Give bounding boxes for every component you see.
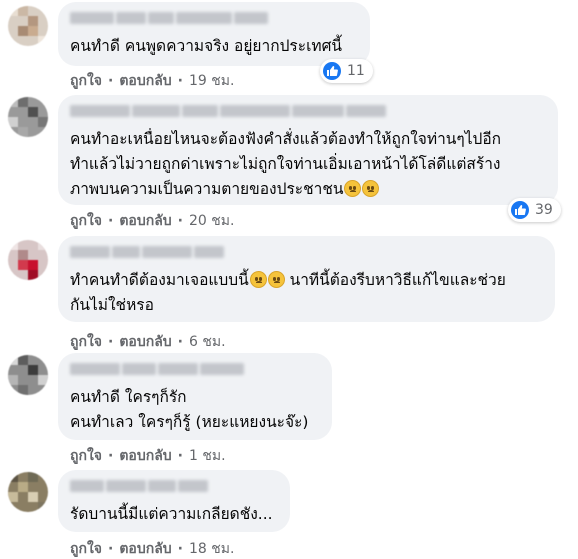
reply-link[interactable]: ตอบกลับ <box>119 210 171 232</box>
author-name-redacted[interactable] <box>70 363 320 377</box>
avatar[interactable] <box>8 240 48 280</box>
avatar[interactable] <box>8 472 48 512</box>
comment-text: คนทำอะเหนื่อยไหนจะต้องฟังคำสั่งแล้วต้องท… <box>70 127 546 202</box>
like-link[interactable]: ถูกใจ <box>70 445 102 467</box>
timestamp[interactable]: 18 ชม. <box>189 538 234 559</box>
reply-link[interactable]: ตอบกลับ <box>119 331 171 353</box>
separator-dot: · <box>177 73 183 89</box>
reaction-count[interactable]: 11 <box>320 59 373 83</box>
reply-link[interactable]: ตอบกลับ <box>119 538 171 559</box>
sad-face-emoji-icon <box>362 180 380 197</box>
separator-dot: · <box>108 213 114 229</box>
avatar[interactable] <box>8 97 48 137</box>
timestamp[interactable]: 6 ชม. <box>189 331 226 353</box>
avatar[interactable] <box>8 355 48 395</box>
comment-text: ทำคนทำดีต้องมาเจอแบบนี้ นาทีนี้ต้องรีบหา… <box>70 268 543 318</box>
comment-actions: ถูกใจ · ตอบกลับ · 6 ชม. <box>70 331 226 353</box>
comment-actions: ถูกใจ · ตอบกลับ · 20 ชม. <box>70 210 234 232</box>
thumbs-up-icon <box>511 201 529 219</box>
comment-bubble: รัดบานนี้มีแต่ความเกลียดชัง... <box>58 470 290 532</box>
reaction-count[interactable]: 39 <box>508 198 561 222</box>
comment-bubble: คนทำดี ใครๆก็รัก คนทำเลว ใครๆก็รู้ (หยะแ… <box>58 353 332 440</box>
like-link[interactable]: ถูกใจ <box>70 70 102 92</box>
comment-text: รัดบานนี้มีแต่ความเกลียดชัง... <box>70 505 273 523</box>
author-name-redacted[interactable] <box>70 480 278 494</box>
timestamp[interactable]: 19 ชม. <box>189 70 234 92</box>
comment-text-part-a: ทำคนทำดีต้องมาเจอแบบนี้ <box>70 271 249 289</box>
separator-dot: · <box>177 213 183 229</box>
sad-face-emoji-icon <box>267 271 285 288</box>
author-name-redacted[interactable] <box>70 246 543 260</box>
reply-link[interactable]: ตอบกลับ <box>119 70 171 92</box>
like-link[interactable]: ถูกใจ <box>70 210 102 232</box>
separator-dot: · <box>108 541 114 557</box>
reaction-number: 39 <box>535 202 553 218</box>
comment-actions: ถูกใจ · ตอบกลับ · 18 ชม. <box>70 538 234 559</box>
sad-face-emoji-icon <box>249 271 267 288</box>
avatar[interactable] <box>8 6 48 46</box>
separator-dot: · <box>108 334 114 350</box>
comment-text-body: คนทำอะเหนื่อยไหนจะต้องฟังคำสั่งแล้วต้องท… <box>70 130 502 198</box>
comment-bubble: คนทำอะเหนื่อยไหนจะต้องฟังคำสั่งแล้วต้องท… <box>58 95 558 205</box>
author-name-redacted[interactable] <box>70 105 546 119</box>
author-name-redacted[interactable] <box>70 12 358 26</box>
comment-actions: ถูกใจ · ตอบกลับ · 1 ชม. <box>70 445 226 467</box>
comment-text: คนทำดี คนพูดความจริง อยู่ยากประเทศนี้ <box>70 37 343 55</box>
reaction-number: 11 <box>347 63 365 79</box>
separator-dot: · <box>108 73 114 89</box>
timestamp[interactable]: 20 ชม. <box>189 210 234 232</box>
separator-dot: · <box>177 448 183 464</box>
separator-dot: · <box>108 448 114 464</box>
thumbs-up-icon <box>323 62 341 80</box>
sad-face-emoji-icon <box>344 180 362 197</box>
comment-text: คนทำดี ใครๆก็รัก คนทำเลว ใครๆก็รู้ (หยะแ… <box>70 388 309 431</box>
like-link[interactable]: ถูกใจ <box>70 538 102 559</box>
separator-dot: · <box>177 541 183 557</box>
like-link[interactable]: ถูกใจ <box>70 331 102 353</box>
separator-dot: · <box>177 334 183 350</box>
comment-bubble: คนทำดี คนพูดความจริง อยู่ยากประเทศนี้ <box>58 2 370 66</box>
timestamp[interactable]: 1 ชม. <box>189 445 226 467</box>
comment-bubble: ทำคนทำดีต้องมาเจอแบบนี้ นาทีนี้ต้องรีบหา… <box>58 236 555 322</box>
reply-link[interactable]: ตอบกลับ <box>119 445 171 467</box>
comment-actions: ถูกใจ · ตอบกลับ · 19 ชม. <box>70 70 234 92</box>
